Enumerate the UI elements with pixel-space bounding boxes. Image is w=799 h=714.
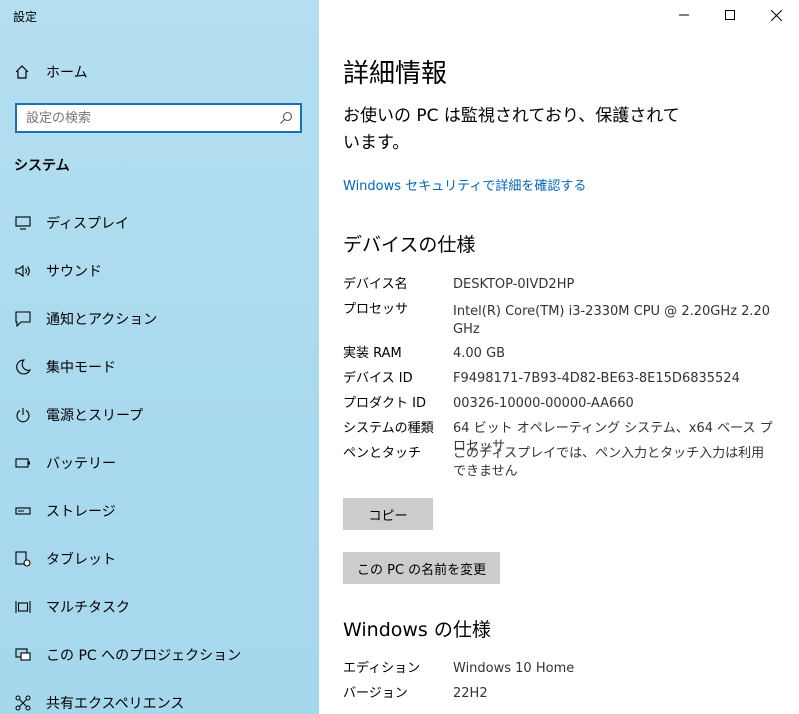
sidebar-item-power[interactable]: 電源とスリープ xyxy=(0,395,319,435)
page-title: 詳細情報 xyxy=(343,59,448,89)
sidebar-item-storage[interactable]: ストレージ xyxy=(0,491,319,531)
sidebar-item-label: 通知とアクション xyxy=(46,312,158,328)
maximize-button[interactable] xyxy=(707,0,753,30)
sidebar-item-battery[interactable]: バッテリー xyxy=(0,443,319,483)
sidebar-item-projection[interactable]: この PC へのプロジェクション xyxy=(0,635,319,675)
sidebar-item-label: ストレージ xyxy=(46,504,116,520)
sidebar: 設定 ホーム システム ディスプレイ サウンド 通知とアクション 集中モード 電… xyxy=(0,0,319,714)
rename-pc-button[interactable]: この PC の名前を変更 xyxy=(343,552,501,584)
spec-value: 00326-10000-00000-AA660 xyxy=(453,396,634,411)
minimize-button[interactable] xyxy=(661,0,707,30)
spec-key: エディション xyxy=(343,661,421,676)
sidebar-item-label: 共有エクスペリエンス xyxy=(46,696,185,712)
sidebar-item-tablet[interactable]: タブレット xyxy=(0,539,319,579)
moon-icon xyxy=(14,358,32,376)
multitask-icon xyxy=(14,598,32,616)
sidebar-item-label: サウンド xyxy=(46,264,102,280)
sidebar-item-label: バッテリー xyxy=(46,456,116,472)
sidebar-item-shared-experiences[interactable]: 共有エクスペリエンス xyxy=(0,683,319,714)
spec-value: 4.00 GB xyxy=(453,346,506,361)
protection-status-text: お使いの PC は監視されており、保護されています。 xyxy=(343,106,680,153)
sidebar-item-display[interactable]: ディスプレイ xyxy=(0,203,319,243)
search-input[interactable] xyxy=(17,105,272,131)
windows-specs-heading: Windows の仕様 xyxy=(343,619,491,641)
projection-icon xyxy=(14,646,32,664)
search-icon[interactable] xyxy=(272,105,300,131)
spec-key: デバイス ID xyxy=(343,371,413,386)
display-icon xyxy=(14,214,32,232)
spec-value: Intel(R) Core(TM) i3-2330M CPU @ 2.20GHz… xyxy=(453,304,771,337)
main-content: 詳細情報 お使いの PC は監視されており、保護されています。 Windows … xyxy=(319,0,799,714)
share-icon xyxy=(14,694,32,712)
security-details-link[interactable]: Windows セキュリティで詳細を確認する xyxy=(343,175,586,194)
home-label: ホーム xyxy=(46,65,88,81)
spec-value: F9498171-7B93-4D82-BE63-8E15D6835524 xyxy=(453,371,740,386)
close-button[interactable] xyxy=(753,0,799,30)
home-icon xyxy=(15,65,29,79)
maximize-icon xyxy=(725,10,735,20)
sound-icon xyxy=(14,262,32,280)
spec-key: プロセッサ xyxy=(343,302,409,317)
power-icon xyxy=(14,406,32,424)
spec-key: バージョン xyxy=(343,686,408,701)
sidebar-item-label: 電源とスリープ xyxy=(46,408,144,424)
section-title: システム xyxy=(14,158,70,174)
home-nav-item[interactable]: ホーム xyxy=(14,60,88,84)
sidebar-item-notifications[interactable]: 通知とアクション xyxy=(0,299,319,339)
spec-value: DESKTOP-0IVD2HP xyxy=(453,277,575,292)
close-icon xyxy=(770,9,782,21)
spec-value: 22H2 xyxy=(453,686,488,701)
storage-icon xyxy=(14,502,32,520)
sidebar-item-label: マルチタスク xyxy=(46,600,130,616)
sidebar-item-sound[interactable]: サウンド xyxy=(0,251,319,291)
app-title: 設定 xyxy=(13,10,38,24)
spec-key: プロダクト ID xyxy=(343,396,426,411)
spec-value: Windows 10 Home xyxy=(453,661,575,676)
spec-key: システムの種類 xyxy=(343,421,434,436)
sidebar-item-label: この PC へのプロジェクション xyxy=(46,648,242,664)
search-box[interactable] xyxy=(15,103,302,133)
spec-key: ペンとタッチ xyxy=(343,446,422,461)
copy-button[interactable]: コピー xyxy=(343,498,433,530)
spec-key: 実装 RAM xyxy=(343,346,402,361)
sidebar-item-multitasking[interactable]: マルチタスク xyxy=(0,587,319,627)
device-specs-heading: デバイスの仕様 xyxy=(343,234,476,256)
minimize-icon xyxy=(679,14,689,16)
sidebar-item-focus[interactable]: 集中モード xyxy=(0,347,319,387)
notification-icon xyxy=(14,310,32,328)
sidebar-item-label: 集中モード xyxy=(46,360,116,376)
sidebar-item-label: ディスプレイ xyxy=(46,216,130,232)
sidebar-item-label: タブレット xyxy=(46,552,116,568)
battery-icon xyxy=(14,454,32,472)
tablet-icon xyxy=(14,550,32,568)
spec-key: デバイス名 xyxy=(343,277,408,292)
spec-value: このディスプレイでは、ペン入力とタッチ入力は利用できません xyxy=(453,446,765,479)
